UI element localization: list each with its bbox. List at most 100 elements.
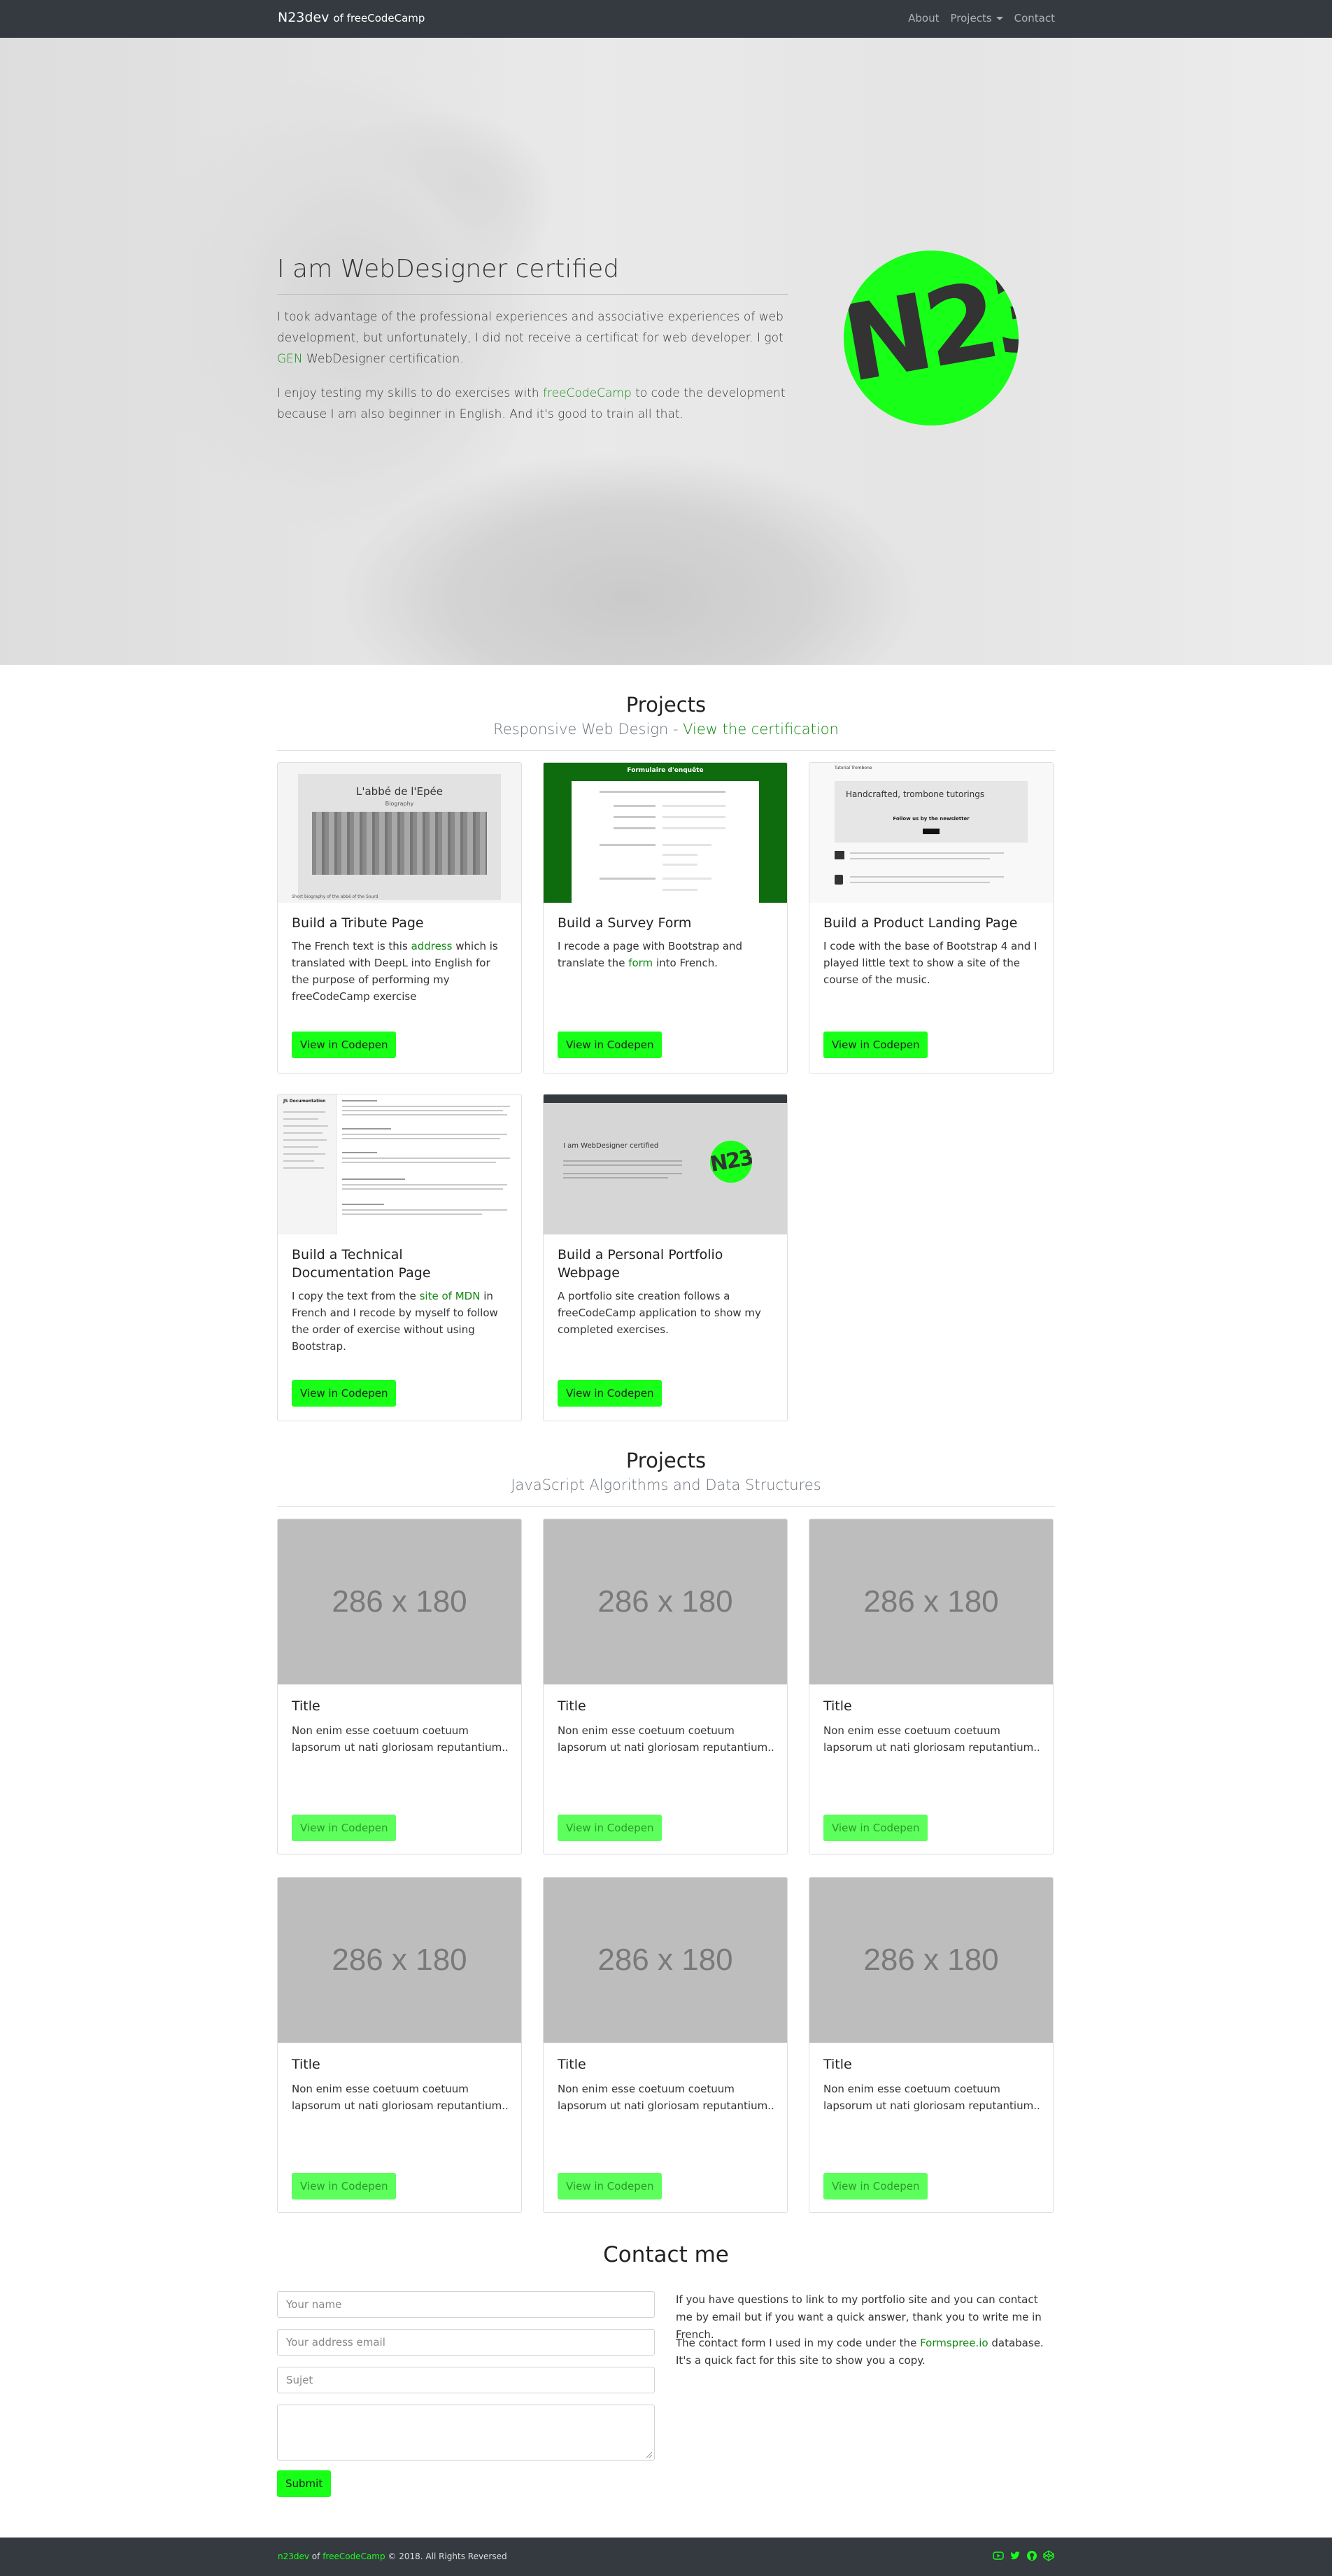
hero-title: I am WebDesigner certified	[277, 255, 620, 283]
card-text: Non enim esse coetuum coetuum lapsorum u…	[823, 2083, 1040, 2112]
social-icons	[993, 2550, 1054, 2561]
card-title: Build a Tribute Page	[292, 915, 424, 931]
card-title: Build a Personal Portfolio Webpage	[558, 1247, 723, 1281]
form-link[interactable]: form	[628, 957, 653, 969]
view-in-codepen-button[interactable]: View in Codepen	[292, 1815, 397, 1841]
hero-paragraph-1: I took advantage of the professional exp…	[277, 307, 795, 369]
portfolio-thumbnail: I am WebDesigner certified N23	[544, 1095, 787, 1234]
name-input[interactable]: Your name	[277, 2291, 655, 2318]
footer-fcc-link[interactable]: freeCodeCamp	[323, 2552, 385, 2561]
documentation-thumbnail: JS Documentation	[278, 1095, 521, 1234]
projects-subtitle-text: Responsive Web Design -	[493, 721, 683, 738]
email-input[interactable]: Your address email	[277, 2329, 655, 2356]
card-text: A portfolio site creation follows a free…	[558, 1290, 761, 1336]
doc-thumb-title: JS Documentation	[283, 1099, 326, 1104]
landing-thumb-button	[923, 829, 940, 834]
placeholder-card: 286 x 180 Title Non enim esse coetuum co…	[543, 1519, 788, 1854]
footer-brand-link[interactable]: n23dev	[278, 2552, 309, 2561]
nav-projects-dropdown[interactable]: Projects	[951, 12, 1003, 24]
project-card-portfolio: I am WebDesigner certified N23 Build a P…	[543, 1094, 788, 1421]
view-in-codepen-button[interactable]: View in Codepen	[558, 1032, 663, 1058]
contact-title: Contact me	[603, 2242, 729, 2267]
n23-logo-text: N23	[844, 251, 1019, 407]
nav-contact[interactable]: Contact	[1014, 12, 1055, 24]
projects-title: Projects	[625, 693, 707, 717]
twitter-icon[interactable]	[1009, 2550, 1021, 2561]
message-textarea[interactable]	[277, 2405, 655, 2461]
landing-thumb-icon	[835, 851, 844, 859]
view-in-codepen-button[interactable]: View in Codepen	[292, 1380, 397, 1407]
card-title: Title	[558, 1698, 586, 1714]
hero-divider	[277, 294, 788, 295]
freecodecamp-link[interactable]: freeCodeCamp	[543, 386, 632, 400]
view-certification-link[interactable]: View the certification	[683, 721, 839, 738]
youtube-icon[interactable]	[993, 2550, 1004, 2561]
landing-thumb-hero: Handcrafted, trombone tutorings Follow u…	[835, 781, 1028, 843]
placeholder-card: 286 x 180 Title Non enim esse coetuum co…	[809, 1877, 1054, 2213]
portfolio-thumb-logo: N23	[710, 1141, 752, 1183]
card-text-a: The French text is this	[292, 940, 411, 952]
view-in-codepen-button[interactable]: View in Codepen	[292, 2173, 397, 2200]
landing-thumb-icon-2	[835, 875, 843, 885]
footer-copyright: n23dev of freeCodeCamp © 2018. All Right…	[278, 2552, 507, 2561]
placeholder-image: 286 x 180	[544, 1519, 787, 1684]
card-text: Non enim esse coetuum coetuum lapsorum u…	[823, 1724, 1040, 1754]
mdn-link[interactable]: site of MDN	[420, 1290, 481, 1302]
placeholder-image: 286 x 180	[809, 1878, 1053, 2043]
card-text: Non enim esse coetuum coetuum lapsorum u…	[292, 2083, 509, 2112]
hero-paragraph-2: I enjoy testing my skills to do exercise…	[277, 383, 795, 425]
tribute-thumb-caption: Short biography of the abbé of the Sourd	[292, 894, 378, 899]
view-in-codepen-button[interactable]: View in Codepen	[558, 1380, 663, 1407]
github-icon[interactable]	[1026, 2550, 1037, 2561]
nav-about[interactable]: About	[908, 12, 939, 24]
section-divider	[277, 1506, 1055, 1507]
navbar: N23dev of freeCodeCamp About Projects Co…	[0, 0, 1332, 38]
tribute-thumb-inner: L'abbé de l'Epée Biography	[298, 774, 501, 900]
card-title: Title	[558, 2057, 586, 2072]
brand-link[interactable]: N23dev of freeCodeCamp	[278, 10, 425, 25]
chevron-down-icon	[996, 17, 1003, 20]
tribute-thumb-sub: Biography	[385, 801, 414, 807]
portfolio-thumb-title: I am WebDesigner certified	[563, 1142, 659, 1150]
view-in-codepen-button[interactable]: View in Codepen	[558, 1815, 663, 1841]
card-text: Non enim esse coetuum coetuum lapsorum u…	[558, 2083, 774, 2112]
placeholder-card: 286 x 180 Title Non enim esse coetuum co…	[809, 1519, 1054, 1854]
subject-input[interactable]: Sujet	[277, 2367, 655, 2393]
card-text: I recode a page with Bootstrap and trans…	[558, 938, 774, 971]
nav-projects-label: Projects	[950, 12, 992, 24]
view-in-codepen-button[interactable]: View in Codepen	[292, 1032, 397, 1058]
card-text: The French text is this address which is…	[292, 938, 509, 1005]
card-text: Non enim esse coetuum coetuum lapsorum u…	[558, 1724, 774, 1754]
view-in-codepen-button[interactable]: View in Codepen	[823, 2173, 928, 2200]
hero-p2-text: I enjoy testing my skills to do exercise…	[277, 386, 544, 400]
card-title: Title	[823, 1698, 852, 1714]
contact-paragraph-2: The contact form I used in my code under…	[676, 2335, 1054, 2370]
card-title: Build a Survey Form	[558, 915, 692, 931]
address-link[interactable]: address	[411, 940, 453, 952]
card-title: Title	[292, 2057, 320, 2072]
placeholder-image: 286 x 180	[278, 1878, 521, 2043]
projects-subtitle: Responsive Web Design - View the certifi…	[0, 721, 1332, 738]
formspree-link[interactable]: Formspree.io	[920, 2337, 989, 2349]
codepen-icon[interactable]	[1043, 2550, 1054, 2561]
placeholder-image: 286 x 180	[809, 1519, 1053, 1684]
card-text-b: into French.	[653, 957, 718, 969]
landing-thumb-nav: Tutorial Trombone	[835, 766, 872, 770]
view-in-codepen-button[interactable]: View in Codepen	[823, 1032, 928, 1058]
brand-subtitle: of freeCodeCamp	[333, 12, 425, 24]
placeholder-card: 286 x 180 Title Non enim esse coetuum co…	[543, 1877, 788, 2213]
section-divider	[277, 750, 1055, 751]
tribute-thumbnail: L'abbé de l'Epée Biography Short biograp…	[278, 763, 521, 903]
tribute-thumb-image	[312, 812, 487, 875]
survey-thumb-form	[572, 781, 759, 903]
view-in-codepen-button[interactable]: View in Codepen	[823, 1815, 928, 1841]
card-text: I code with the base of Bootstrap 4 and …	[823, 940, 1037, 986]
view-in-codepen-button[interactable]: View in Codepen	[558, 2173, 663, 2200]
footer-rights: © 2018. All Rights Reversed	[385, 2552, 507, 2561]
survey-thumb-title: Formulaire d'enquête	[627, 767, 704, 774]
gen-link[interactable]: GEN	[277, 352, 303, 366]
submit-button[interactable]: Submit	[277, 2470, 332, 2497]
resize-handle-icon	[646, 2451, 653, 2458]
card-title: Build a Product Landing Page	[823, 915, 1018, 931]
landing-thumb-sub: Follow us by the newsletter	[893, 816, 970, 822]
